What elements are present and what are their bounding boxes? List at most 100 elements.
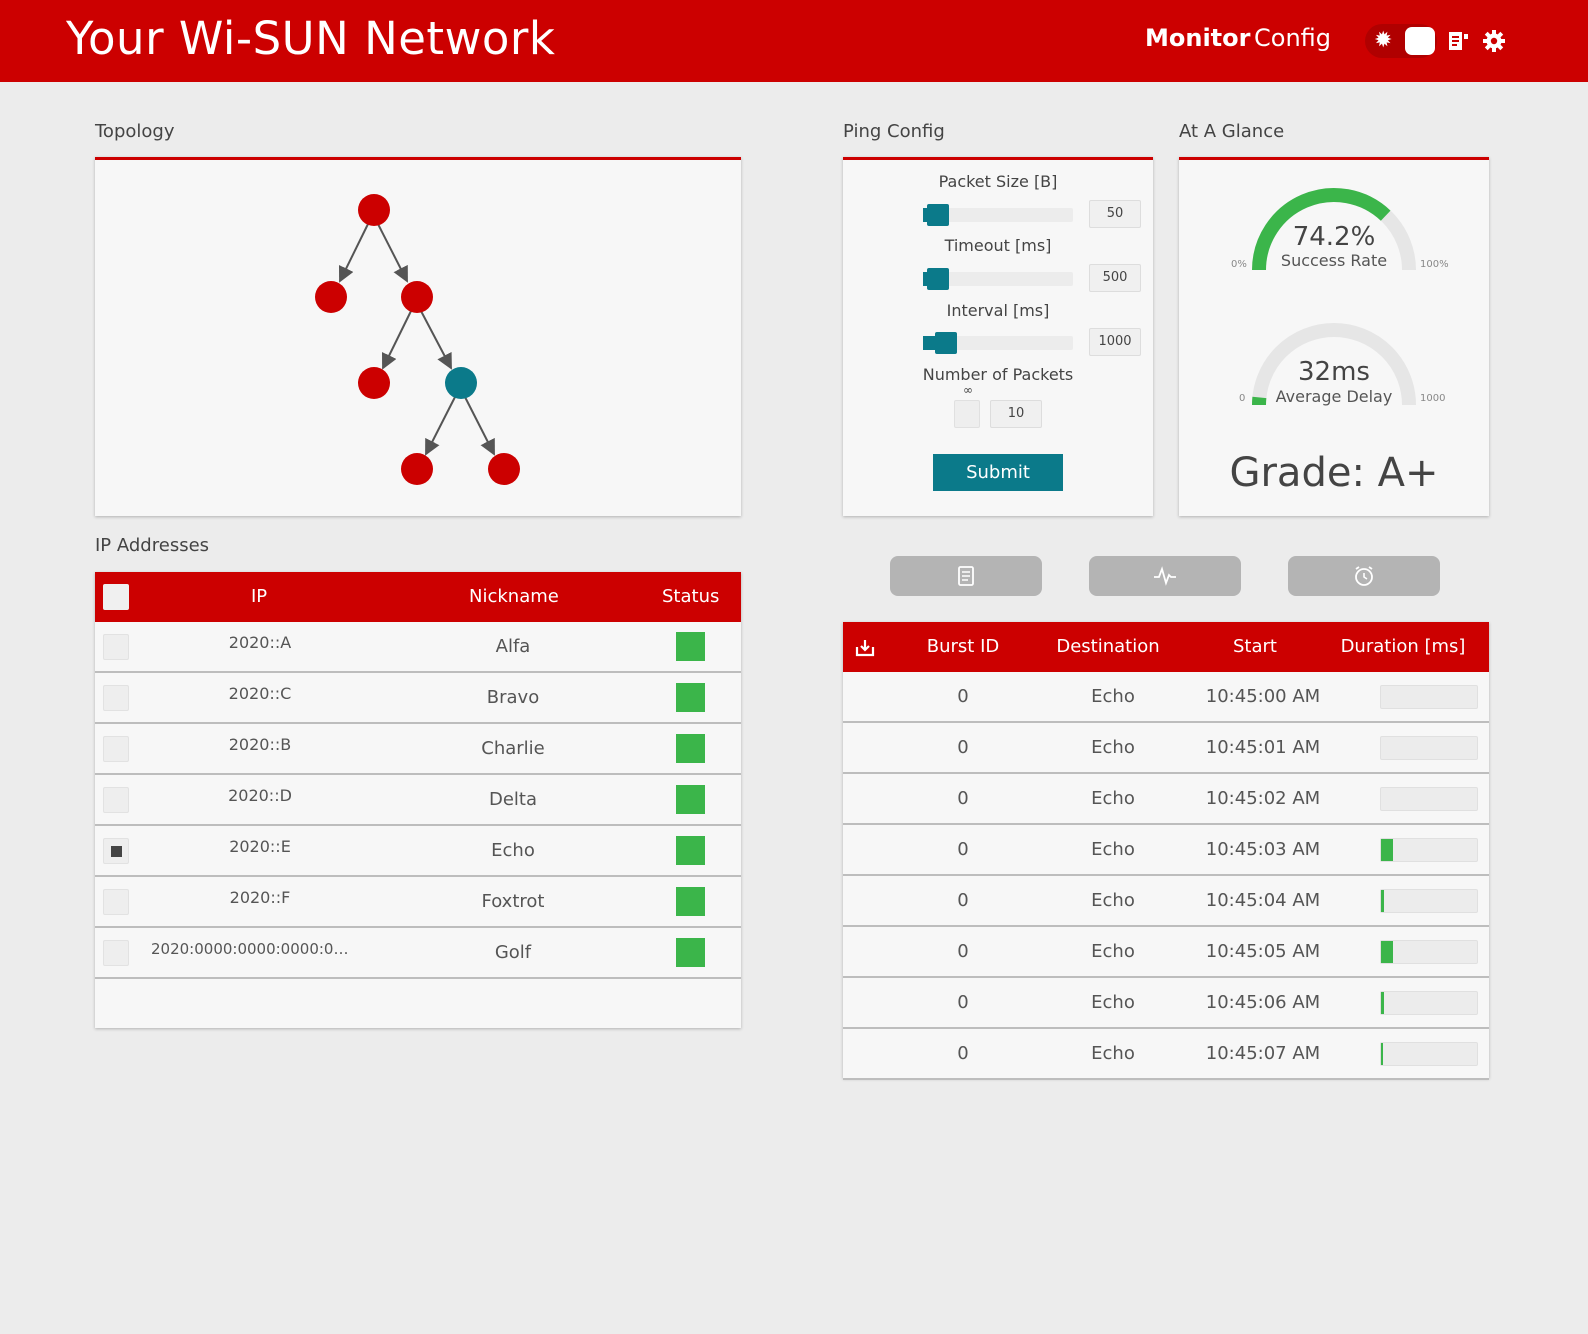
timeout-input[interactable]: 500 — [1089, 264, 1141, 292]
alarm-clock-icon — [1355, 566, 1373, 586]
nickname-cell: Delta — [488, 789, 538, 810]
row-checkbox[interactable] — [103, 685, 129, 711]
nav-monitor[interactable]: Monitor — [1145, 24, 1250, 52]
status-indicator — [676, 938, 705, 967]
num-packets-input[interactable]: 10 — [990, 400, 1042, 428]
table-row[interactable]: 0 Echo 10:45:01 AM — [843, 723, 1489, 774]
row-checkbox[interactable] — [103, 889, 129, 915]
status-indicator — [676, 683, 705, 712]
row-checkbox[interactable] — [103, 634, 129, 660]
topology-node[interactable] — [315, 281, 347, 313]
submit-button[interactable]: Submit — [933, 454, 1063, 491]
start-cell: 10:45:05 AM — [1205, 941, 1321, 962]
table-row[interactable]: 2020:0000:0000:0000:0… Golf — [95, 928, 741, 979]
topology-edge — [377, 223, 408, 283]
table-row[interactable]: 2020::D Delta — [95, 775, 741, 826]
pulse-icon — [1154, 566, 1176, 586]
status-indicator — [676, 734, 705, 763]
table-row[interactable]: 0 Echo 10:45:02 AM — [843, 774, 1489, 825]
topology-node[interactable] — [488, 453, 520, 485]
nickname-cell: Charlie — [481, 738, 545, 759]
duration-bar-fill — [1381, 1043, 1383, 1065]
table-row[interactable]: 2020::A Alfa — [95, 622, 741, 673]
table-row[interactable]: 0 Echo 10:45:07 AM — [843, 1029, 1489, 1080]
ip-header: IP — [251, 586, 268, 607]
start-cell: 10:45:00 AM — [1205, 686, 1321, 707]
table-row[interactable]: 0 Echo 10:45:03 AM — [843, 825, 1489, 876]
table-row[interactable]: 0 Echo 10:45:00 AM — [843, 672, 1489, 723]
theme-toggle[interactable]: ✹ — [1365, 24, 1437, 58]
delay-min: 0 — [1239, 393, 1246, 404]
table-row[interactable]: 2020::F Foxtrot — [95, 877, 741, 928]
table-row[interactable]: 0 Echo 10:45:06 AM — [843, 978, 1489, 1029]
row-checkbox[interactable] — [103, 736, 129, 762]
schedule-button[interactable] — [1288, 556, 1440, 596]
packet-size-input[interactable]: 50 — [1089, 200, 1141, 228]
timeout-slider[interactable] — [923, 268, 1073, 290]
topology-label: Topology — [95, 121, 175, 142]
duration-header: Duration [ms] — [1340, 636, 1466, 657]
topology-edge — [425, 396, 456, 456]
interval-input[interactable]: 1000 — [1089, 328, 1141, 356]
nav-config[interactable]: Config — [1254, 24, 1331, 52]
destination-cell: Echo — [1091, 941, 1135, 962]
topology-graph[interactable] — [95, 160, 741, 516]
infinite-packets-checkbox[interactable] — [954, 400, 980, 428]
ping-config-card: Packet Size [B] 50 Timeout [ms] 500 Inte… — [843, 157, 1153, 516]
destination-cell: Echo — [1091, 839, 1135, 860]
burst-id-cell: 0 — [957, 737, 969, 758]
duration-bar — [1380, 1042, 1478, 1066]
grade: Grade: A+ — [1229, 450, 1439, 496]
interval-slider[interactable] — [923, 332, 1073, 354]
duration-bar-fill — [1381, 839, 1393, 861]
ip-cell: 2020::E — [229, 837, 291, 856]
nickname-cell: Foxtrot — [481, 891, 545, 912]
burst-id-cell: 0 — [957, 1043, 969, 1064]
status-indicator — [676, 632, 705, 661]
duration-bar — [1380, 991, 1478, 1015]
ip-table: IP Nickname Status 2020::A Alfa 2020::C Bra… — [95, 572, 741, 1028]
select-all-checkbox[interactable] — [103, 584, 129, 610]
docs-icon[interactable] — [1448, 30, 1470, 52]
nickname-cell: Bravo — [486, 687, 540, 708]
destination-header: Destination — [1056, 636, 1160, 657]
table-row[interactable]: 2020::C Bravo — [95, 673, 741, 724]
start-cell: 10:45:06 AM — [1205, 992, 1321, 1013]
slider-handle[interactable] — [927, 204, 949, 226]
burst-table-header: Burst ID Destination Start Duration [ms] — [843, 622, 1489, 672]
gear-icon[interactable] — [1482, 29, 1506, 53]
packet-size-slider[interactable] — [923, 204, 1073, 226]
burst-id-cell: 0 — [957, 839, 969, 860]
duration-bar-fill — [1381, 941, 1393, 963]
report-button[interactable] — [890, 556, 1042, 596]
burst-id-cell: 0 — [957, 686, 969, 707]
topology-node[interactable] — [358, 194, 390, 226]
table-row[interactable]: 0 Echo 10:45:04 AM — [843, 876, 1489, 927]
table-row[interactable]: 2020::E Echo — [95, 826, 741, 877]
status-indicator — [676, 836, 705, 865]
burst-id-cell: 0 — [957, 890, 969, 911]
download-icon[interactable] — [855, 638, 875, 658]
destination-cell: Echo — [1091, 992, 1135, 1013]
burst-id-cell: 0 — [957, 941, 969, 962]
pulse-button[interactable] — [1089, 556, 1241, 596]
row-checkbox[interactable] — [103, 787, 129, 813]
slider-handle[interactable] — [935, 332, 957, 354]
start-cell: 10:45:04 AM — [1205, 890, 1321, 911]
duration-bar-fill — [1381, 992, 1384, 1014]
row-checkbox[interactable] — [103, 838, 129, 864]
start-cell: 10:45:07 AM — [1205, 1043, 1321, 1064]
destination-cell: Echo — [1091, 788, 1135, 809]
topology-node[interactable] — [358, 367, 390, 399]
nickname-header: Nickname — [469, 586, 559, 607]
table-row[interactable]: 0 Echo 10:45:05 AM — [843, 927, 1489, 978]
table-row[interactable]: 2020::B Charlie — [95, 724, 741, 775]
row-checkbox[interactable] — [103, 940, 129, 966]
topology-node[interactable] — [401, 453, 433, 485]
duration-bar-fill — [1381, 890, 1384, 912]
topology-node-selected[interactable] — [445, 367, 477, 399]
document-icon — [958, 566, 974, 586]
topology-node[interactable] — [401, 281, 433, 313]
slider-handle[interactable] — [927, 268, 949, 290]
destination-cell: Echo — [1091, 1043, 1135, 1064]
